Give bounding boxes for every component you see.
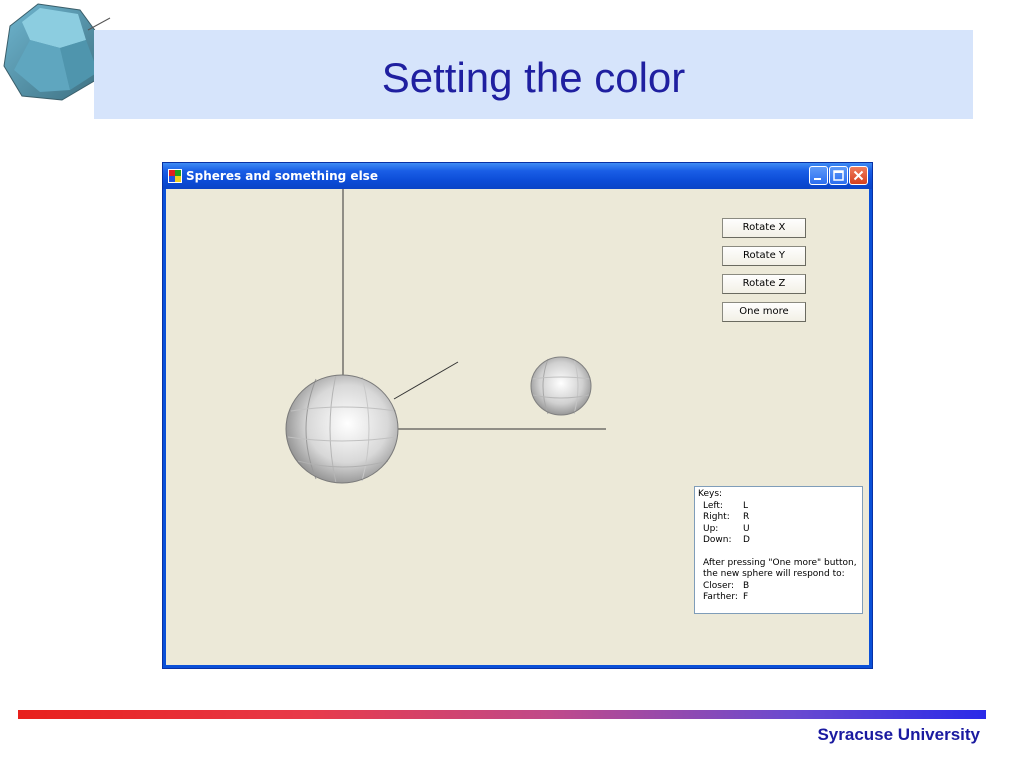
minimize-icon bbox=[814, 178, 821, 180]
rotate-x-button[interactable]: Rotate X bbox=[722, 218, 806, 238]
slide-title: Setting the color bbox=[381, 54, 686, 101]
footer-gradient-bar bbox=[18, 710, 986, 719]
footer-university: Syracuse University bbox=[817, 725, 980, 744]
z-axis-line bbox=[393, 361, 459, 400]
window-title: Spheres and something else bbox=[186, 169, 378, 183]
key-row-right: Right: R bbox=[703, 512, 750, 522]
keys-note-line-1: After pressing "One more" button, bbox=[703, 557, 857, 568]
minimize-button[interactable] bbox=[809, 166, 828, 185]
maximize-icon bbox=[833, 170, 844, 181]
keys-heading: Keys: bbox=[698, 489, 723, 499]
key-row-left: Left: L bbox=[703, 500, 749, 511]
close-button[interactable] bbox=[849, 166, 868, 185]
rotate-y-button[interactable]: Rotate Y bbox=[722, 246, 806, 266]
small-sphere bbox=[530, 356, 592, 416]
key-row-up: Up: U bbox=[703, 523, 750, 534]
close-icon bbox=[853, 170, 864, 181]
maximize-button[interactable] bbox=[829, 166, 848, 185]
key-row-closer: Closer: B bbox=[703, 580, 750, 591]
window-client-area[interactable]: Rotate X Rotate Y Rotate Z One more Keys… bbox=[166, 189, 869, 665]
large-sphere bbox=[285, 374, 399, 484]
key-row-farther: Farther: F bbox=[703, 592, 749, 602]
key-row-down: Down: D bbox=[703, 535, 750, 545]
app-icon bbox=[168, 169, 182, 183]
app-window: Spheres and something else Rotate X Rota… bbox=[162, 162, 873, 669]
one-more-button[interactable]: One more bbox=[722, 302, 806, 322]
keys-note-line-2: the new sphere will respond to: bbox=[703, 569, 845, 579]
rotate-z-button[interactable]: Rotate Z bbox=[722, 274, 806, 294]
window-titlebar[interactable]: Spheres and something else bbox=[163, 163, 872, 189]
keys-help-box[interactable]: Keys: Left: L Right: R Up: U Down: D After p… bbox=[694, 486, 863, 614]
title-band: Setting the color bbox=[94, 30, 973, 119]
